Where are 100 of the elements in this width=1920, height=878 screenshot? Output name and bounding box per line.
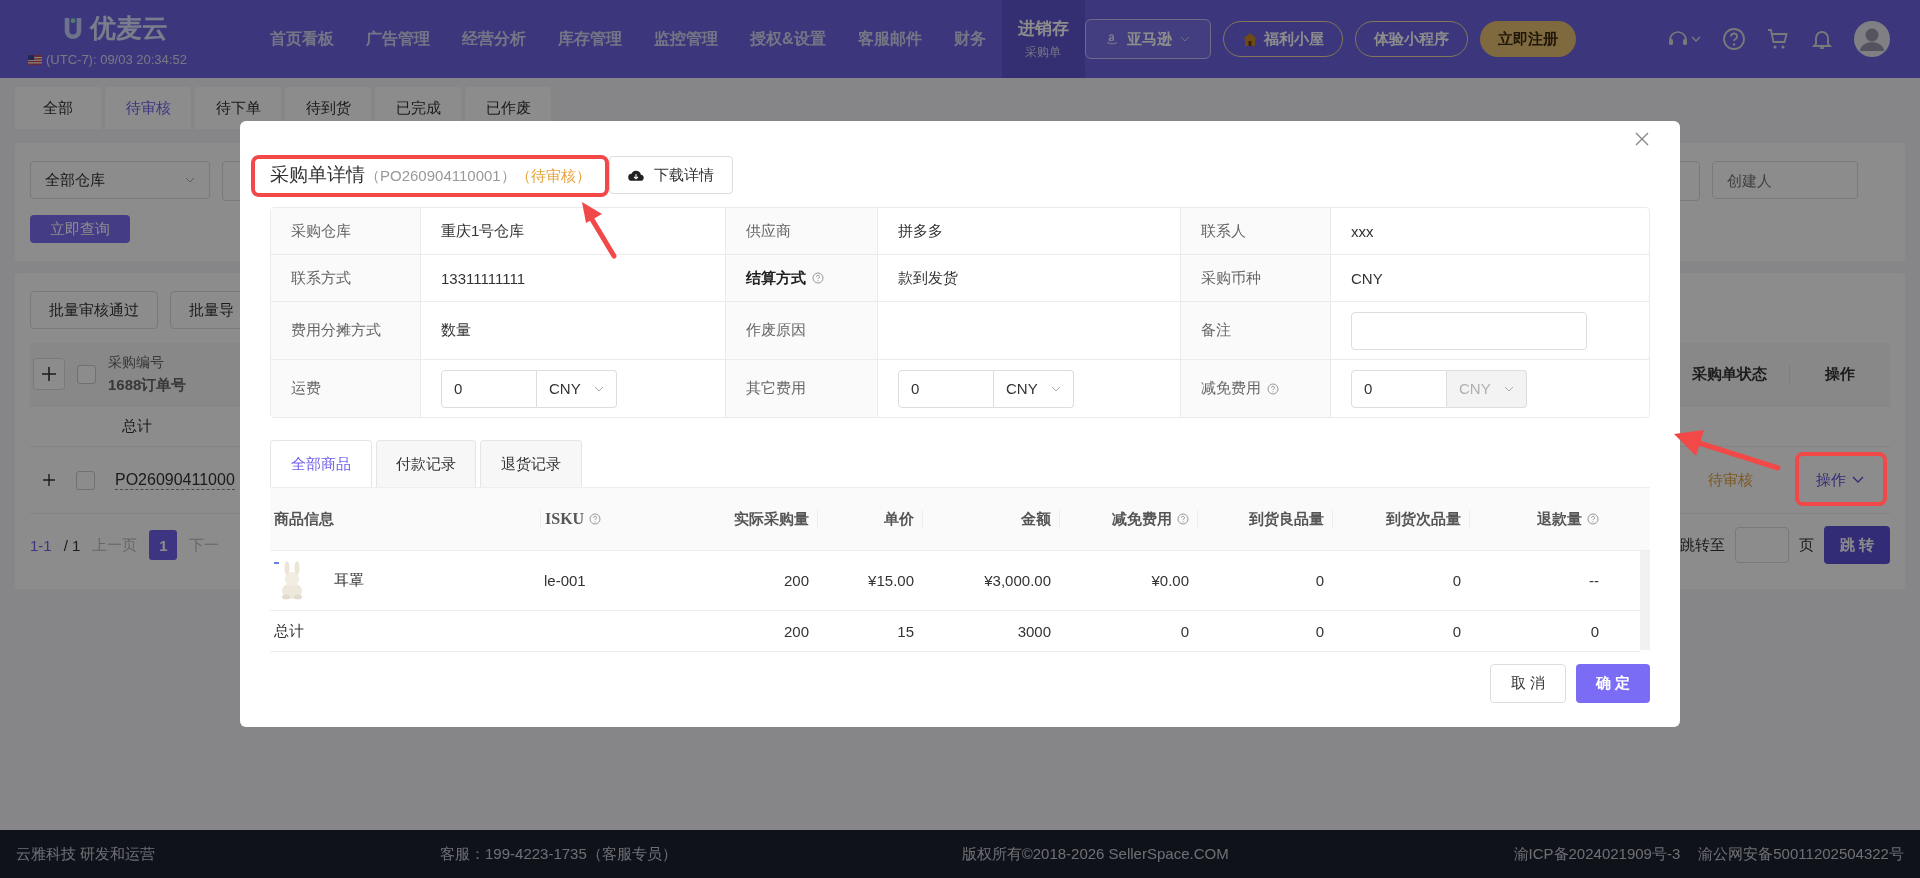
field-label: 联系方式 [291, 268, 351, 288]
caret-icon [1504, 385, 1514, 392]
detail-tab[interactable]: 退货记录 [480, 440, 582, 487]
product-name: 耳罩 [334, 571, 364, 590]
status-tab[interactable]: 待审核 [105, 87, 191, 129]
table-cell: 15 [897, 622, 914, 640]
amount-field[interactable]: 0 [441, 369, 537, 408]
register-button[interactable]: 立即注册 [1479, 21, 1576, 57]
action-menu[interactable]: 操作 [1790, 470, 1890, 490]
creator-field[interactable]: 创建人 [1712, 161, 1858, 199]
logo-text: 优麦云 [90, 12, 168, 45]
field-label: 运费 [291, 379, 321, 398]
nav-item[interactable]: 首页看板 [254, 0, 350, 78]
column-header: 实际采购量 [734, 509, 809, 529]
caret-icon [1051, 385, 1061, 392]
house-icon [1241, 31, 1258, 47]
field-value: 拼多多 [898, 221, 943, 241]
nav-item[interactable]: 库存管理 [542, 0, 638, 78]
caret-icon [1180, 36, 1191, 42]
status-tab[interactable]: 待下单 [195, 87, 281, 129]
field-label: 作废原因 [746, 321, 806, 340]
footer-link[interactable]: 渝公网安备50011202504322号 [1698, 844, 1904, 864]
field-value: 数量 [441, 321, 471, 340]
column-header: 采购编号 [108, 353, 165, 372]
detail-tab[interactable]: 全部商品 [270, 440, 372, 487]
column-header: 到货良品量 [1249, 509, 1324, 529]
currency-select[interactable]: CNY [537, 369, 617, 408]
avatar-icon[interactable] [1854, 21, 1890, 57]
cloud-download-icon [627, 168, 644, 182]
table-cell: 200 [783, 572, 809, 589]
checkbox[interactable] [76, 470, 95, 490]
nav-item[interactable]: 监控管理 [638, 0, 734, 78]
field-label: 联系人 [1201, 221, 1246, 241]
cart-icon[interactable] [1766, 27, 1790, 51]
marketplace-select[interactable]: 亚马逊 [1084, 19, 1211, 59]
field-label: 备注 [1201, 321, 1231, 340]
jump-button[interactable]: 跳 转 [1824, 526, 1890, 564]
column-header: ISKU [545, 510, 585, 528]
currency-select[interactable]: CNY [994, 369, 1074, 408]
amount-field[interactable]: 0 [898, 369, 994, 408]
detail-tab[interactable]: 付款记录 [376, 440, 476, 487]
table-cell: 0 [1315, 572, 1324, 589]
table-cell: 3000 [1017, 622, 1051, 640]
table-cell: 0 [1452, 572, 1461, 589]
expand-icon[interactable] [42, 473, 56, 487]
clock-text: (UTC-7): 09/03 20:34:52 [46, 52, 187, 67]
column-header: 1688订单号 [108, 375, 187, 395]
search-button[interactable]: 立即查询 [30, 215, 130, 243]
download-button[interactable]: 下载详情 [608, 156, 733, 194]
footer-text: 版权所有©2018-2026 SellerSpace.COM [961, 844, 1229, 864]
nav-item[interactable]: 经营分析 [446, 0, 542, 78]
field-label: 采购币种 [1201, 268, 1261, 288]
nav-item[interactable]: 授权&设置 [734, 0, 842, 78]
field-label: 采购仓库 [291, 221, 351, 241]
note-field[interactable] [1351, 311, 1587, 350]
confirm-button[interactable]: 确 定 [1576, 664, 1650, 703]
table-cell: 0 [1180, 622, 1189, 640]
table-cell: ¥3,000.00 [984, 572, 1051, 589]
column-header: 金额 [1021, 509, 1051, 529]
table-cell: 200 [783, 622, 809, 640]
footer-link[interactable]: 渝ICP备2024021909号-3 [1513, 844, 1681, 864]
page-number[interactable]: 1 [149, 530, 178, 560]
help-icon[interactable] [1722, 27, 1746, 51]
batch-button[interactable]: 批量审核通过 [30, 291, 158, 329]
page-unit: 页 [1799, 535, 1814, 555]
table-cell: ¥15.00 [868, 572, 914, 589]
column-header: 操作 [1824, 364, 1856, 384]
warehouse-select[interactable]: 全部仓库 [30, 161, 210, 199]
nav-item[interactable]: 进销存 采购单 [1001, 0, 1085, 78]
caret-icon [594, 385, 604, 392]
page-total: / 1 [63, 536, 81, 554]
checkbox[interactable] [77, 364, 96, 384]
logo-icon [62, 15, 84, 42]
order-link[interactable]: PO26090411000 [115, 470, 235, 490]
column-header: 单价 [884, 509, 914, 529]
total-label: 总计 [122, 416, 152, 436]
total-label: 总计 [274, 621, 304, 641]
field-label: 供应商 [746, 221, 791, 241]
dialog-title: 采购单详情 [270, 163, 365, 187]
nav-item[interactable]: 财务 [937, 0, 1002, 78]
field-value: xxx [1351, 222, 1374, 240]
close-icon[interactable] [1634, 131, 1650, 147]
caret-icon [1852, 476, 1864, 484]
field-label: 减免费用 [1201, 379, 1261, 398]
table-cell: 0 [1590, 622, 1599, 640]
footer-text: 客服：199-4223-1735（客服专员） [440, 844, 677, 864]
status-tab[interactable]: 全部 [15, 87, 101, 129]
cancel-button[interactable]: 取 消 [1490, 664, 1566, 703]
table-cell: 0 [1315, 622, 1324, 640]
nav-item[interactable]: 客服邮件 [841, 0, 938, 78]
table-cell: ¥0.00 [1151, 572, 1189, 589]
column-header: 商品信息 [274, 509, 334, 529]
column-header: 到货次品量 [1386, 509, 1461, 529]
table-cell: 0 [1452, 622, 1461, 640]
goto-label: 跳转至 [1680, 535, 1725, 555]
table-cell: le-001 [544, 572, 586, 589]
page-range: 1-1 [30, 536, 52, 554]
footer-text: 云雅科技 研发和运营 [16, 844, 156, 864]
flag-icon [28, 54, 42, 65]
nav-item[interactable]: 广告管理 [350, 0, 446, 78]
